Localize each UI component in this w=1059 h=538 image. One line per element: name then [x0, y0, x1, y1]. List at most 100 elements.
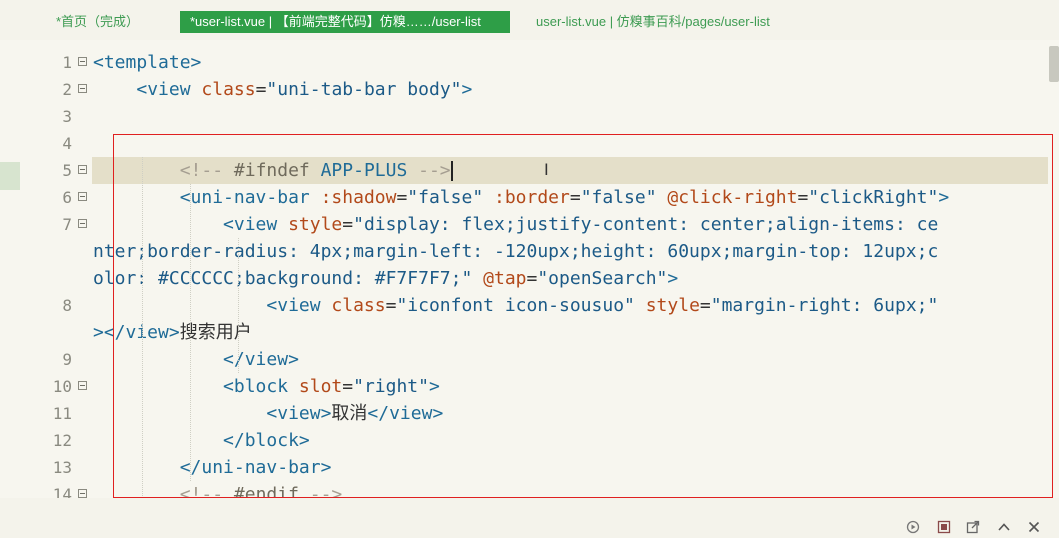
- code-token: "clickRight": [808, 187, 939, 208]
- code-text: </view>: [93, 346, 299, 373]
- code-text: <!-- #ifndef APP-PLUS -->: [93, 157, 453, 184]
- code-token: ></view>: [93, 322, 180, 343]
- code-token: style: [645, 295, 700, 316]
- indent-guide: [190, 184, 191, 481]
- code-token: "false": [407, 187, 484, 208]
- vertical-scrollbar[interactable]: [1049, 46, 1059, 82]
- code-token: <block: [223, 376, 299, 397]
- code-token: class: [201, 79, 256, 100]
- code-token: <view: [266, 295, 332, 316]
- code-token: olor: #CCCCCC;background: #F7F7F7;": [93, 268, 473, 289]
- code-line[interactable]: nter;border-radius: 4px;margin-left: -12…: [0, 238, 1059, 265]
- chevron-up-icon[interactable]: [997, 520, 1011, 534]
- code-token: =: [569, 187, 581, 208]
- code-token: -->: [407, 160, 451, 181]
- fold-toggle-icon[interactable]: [78, 57, 87, 66]
- code-line[interactable]: 2 <view class="uni-tab-bar body">: [0, 76, 1059, 103]
- code-line[interactable]: 10 <block slot="right">: [0, 373, 1059, 400]
- code-line[interactable]: 4: [0, 130, 1059, 157]
- code-line[interactable]: 11 <view>取消</view>: [0, 400, 1059, 427]
- fold-toggle-icon[interactable]: [78, 84, 87, 93]
- code-line[interactable]: 8 <view class="iconfont icon-sousuo" sty…: [0, 292, 1059, 319]
- external-window-icon[interactable]: [966, 520, 980, 534]
- code-token: =: [699, 295, 711, 316]
- code-token: =: [342, 214, 354, 235]
- code-token: "false": [580, 187, 657, 208]
- code-token: "margin-right: 6upx;": [710, 295, 939, 316]
- line-number: 3: [62, 107, 72, 126]
- line-number: 4: [62, 134, 72, 153]
- code-text: <uni-nav-bar :shadow="false" :border="fa…: [93, 184, 949, 211]
- code-token: <uni-nav-bar: [179, 187, 321, 208]
- tab-user-list-active[interactable]: *user-list.vue | 【前端完整代码】仿糗……/user-list: [180, 11, 510, 33]
- code-text: <block slot="right">: [93, 373, 440, 400]
- code-line[interactable]: 13 </uni-nav-bar>: [0, 454, 1059, 481]
- code-text: </uni-nav-bar>: [93, 454, 332, 481]
- indent-guide: [142, 157, 143, 498]
- fold-toggle-icon[interactable]: [78, 192, 87, 201]
- code-token: <template>: [93, 52, 202, 73]
- code-line[interactable]: 14 <!-- #endif -->: [0, 481, 1059, 498]
- code-token: :shadow: [320, 187, 397, 208]
- code-line-current[interactable]: 5 I <!-- #ifndef APP-PLUS -->: [0, 157, 1059, 184]
- code-line[interactable]: olor: #CCCCCC;background: #F7F7F7;" @tap…: [0, 265, 1059, 292]
- code-token: -->: [298, 484, 343, 498]
- line-number: 8: [62, 296, 72, 315]
- code-token: style: [288, 214, 343, 235]
- code-line[interactable]: 6 <uni-nav-bar :shadow="false" :border="…: [0, 184, 1059, 211]
- code-token: </block>: [223, 430, 310, 451]
- code-token: </uni-nav-bar>: [179, 457, 332, 478]
- code-line[interactable]: ></view>搜索用户: [0, 319, 1059, 346]
- code-token: slot: [298, 376, 343, 397]
- fold-toggle-icon[interactable]: [78, 219, 87, 228]
- code-token: >: [461, 79, 473, 100]
- code-token: "iconfont icon-sousuo": [396, 295, 635, 316]
- stop-icon[interactable]: [937, 520, 951, 534]
- code-text: <view>取消</view>: [93, 400, 443, 427]
- code-text: nter;border-radius: 4px;margin-left: -12…: [93, 238, 938, 265]
- code-text: ></view>搜索用户: [93, 319, 252, 346]
- line-number: 7: [62, 215, 72, 234]
- code-text: </block>: [93, 427, 310, 454]
- tab-user-list-original[interactable]: user-list.vue | 仿糗事百科/pages/user-list: [536, 11, 770, 33]
- indent-guide: [238, 238, 239, 373]
- code-token: @click-right: [667, 187, 798, 208]
- run-icon[interactable]: [906, 520, 920, 534]
- code-line[interactable]: 7 <view style="display: flex;justify-con…: [0, 211, 1059, 238]
- code-token: >: [667, 268, 679, 289]
- line-number: 9: [62, 350, 72, 369]
- tab-home[interactable]: *首页（完成）: [56, 11, 139, 33]
- fold-toggle-icon[interactable]: [78, 165, 87, 174]
- code-token: =: [255, 79, 267, 100]
- code-token: #endif: [233, 484, 299, 498]
- code-token: >: [428, 376, 440, 397]
- status-bar: [0, 498, 1059, 538]
- code-token: APP-PLUS: [320, 160, 408, 181]
- code-token: @tap: [483, 268, 527, 289]
- code-token: =: [385, 295, 397, 316]
- code-token: <!--: [179, 160, 234, 181]
- line-number: 5: [62, 161, 72, 180]
- fold-toggle-icon[interactable]: [78, 489, 87, 498]
- close-icon[interactable]: [1027, 520, 1041, 534]
- code-editor[interactable]: 1 <template> 2 <view class="uni-tab-bar bo…: [0, 40, 1059, 498]
- line-number: 14: [52, 485, 72, 498]
- code-line[interactable]: 3: [0, 103, 1059, 130]
- line-number: 11: [52, 404, 72, 423]
- code-line[interactable]: 9 </view>: [0, 346, 1059, 373]
- fold-toggle-icon[interactable]: [78, 381, 87, 390]
- code-line[interactable]: 1 <template>: [0, 49, 1059, 76]
- code-line[interactable]: 12 </block>: [0, 427, 1059, 454]
- code-token: <view: [136, 79, 202, 100]
- code-token: :border: [494, 187, 570, 208]
- code-token: 取消: [331, 403, 368, 424]
- code-token: =: [342, 376, 354, 397]
